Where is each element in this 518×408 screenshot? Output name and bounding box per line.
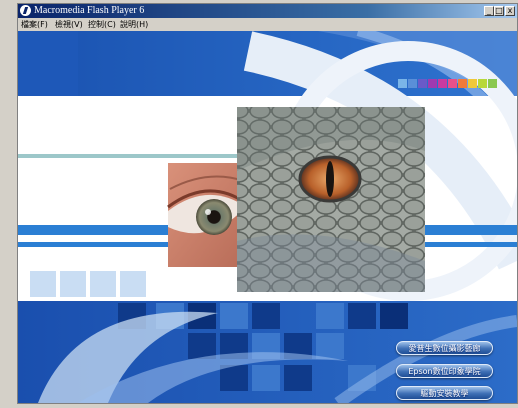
epson-academy-button[interactable]: Epson數位印象學院 (396, 364, 493, 378)
menu-view[interactable]: 檢視(V) (55, 19, 83, 30)
flash-player-window: Macromedia Flash Player 6 _ □ x 檔案(F) 檢視… (17, 3, 518, 404)
menu-file[interactable]: 檔案(F) (21, 19, 48, 30)
flash-app-icon (20, 5, 31, 16)
menu-bar: 檔案(F) 檢視(V) 控制(C) 說明(H) (18, 18, 517, 31)
swatch-9 (478, 79, 487, 88)
swatch-8 (468, 79, 477, 88)
minimize-button[interactable]: _ (484, 6, 494, 16)
driver-install-button[interactable]: 驅動安裝教學 (396, 386, 493, 400)
title-bar[interactable]: Macromedia Flash Player 6 _ □ x (18, 4, 517, 18)
eye-photo (167, 163, 247, 267)
window-title: Macromedia Flash Player 6 (34, 5, 145, 16)
swatch-6 (448, 79, 457, 88)
maximize-button[interactable]: □ (494, 6, 504, 16)
swatch-10 (488, 79, 497, 88)
snake-photo (237, 107, 425, 292)
epson-gallery-button[interactable]: 愛普生數位攝影藝廊 (396, 341, 493, 355)
menu-help[interactable]: 說明(H) (120, 19, 148, 30)
close-button[interactable]: x (505, 6, 515, 16)
swatch-2 (408, 79, 417, 88)
swatch-4 (428, 79, 437, 88)
swatch-3 (418, 79, 427, 88)
swatch-1 (398, 79, 407, 88)
menu-control[interactable]: 控制(C) (88, 19, 116, 30)
swatch-5 (438, 79, 447, 88)
swatch-7 (458, 79, 467, 88)
color-swatches (398, 79, 498, 88)
flash-stage[interactable]: 愛普生數位攝影藝廊 Epson數位印象學院 驅動安裝教學 (18, 31, 517, 403)
